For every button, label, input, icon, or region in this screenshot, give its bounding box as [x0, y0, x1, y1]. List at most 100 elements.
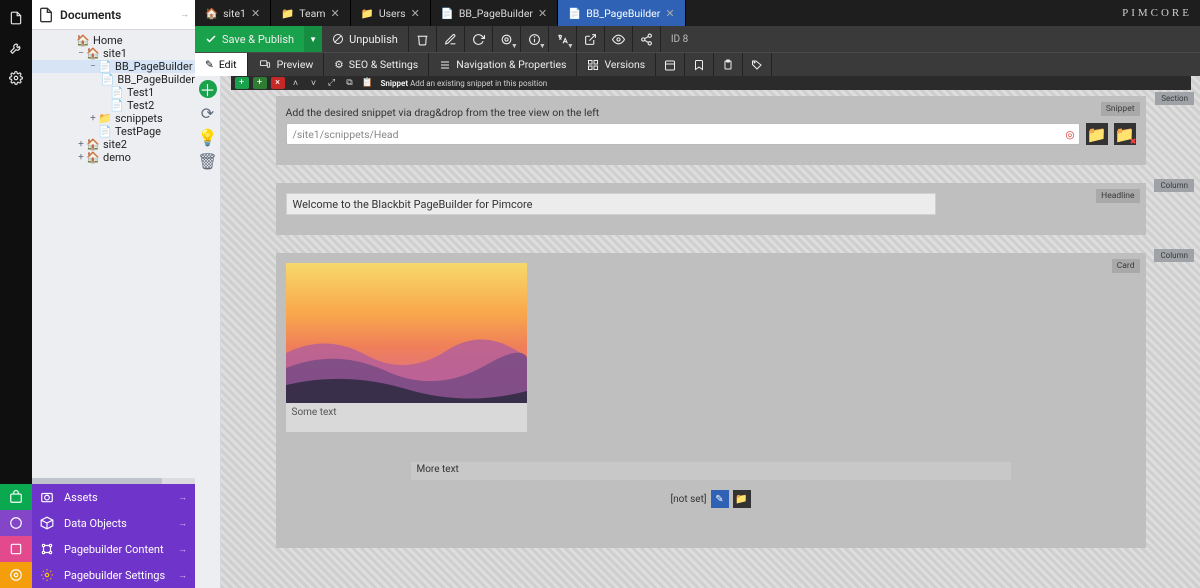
- close-icon[interactable]: ✕: [538, 7, 547, 20]
- link-row: [not set] ✎ 📁: [286, 490, 1136, 508]
- gear-icon: ⚙: [334, 58, 343, 71]
- target-icon[interactable]: ◎: [1065, 128, 1074, 141]
- add-after-icon[interactable]: +: [253, 77, 267, 89]
- tab-site1[interactable]: 🏠site1✕: [195, 0, 271, 26]
- gear-icon[interactable]: [8, 70, 24, 86]
- rename-button[interactable]: [437, 26, 465, 52]
- rail-pbsettings-icon[interactable]: [0, 562, 32, 588]
- section-label: Data Objects: [64, 517, 127, 530]
- move-down-icon[interactable]: ˅: [307, 77, 321, 89]
- pencil-icon: ✎: [205, 58, 214, 71]
- tree-demo[interactable]: +🏠demo: [32, 151, 195, 164]
- card-block: Card ◎ ↑: [276, 253, 1146, 548]
- rail-pbcontent-icon[interactable]: [0, 536, 32, 562]
- tree-scnippets[interactable]: +📁scnippets: [32, 112, 195, 125]
- toolbar-hint: Add an existing snippet in this position: [410, 79, 547, 88]
- tab-seo[interactable]: ⚙SEO & Settings: [324, 53, 429, 76]
- tree-test2[interactable]: 📄Test2: [32, 99, 195, 112]
- delete-block-icon[interactable]: ×: [271, 77, 285, 89]
- close-icon[interactable]: ✕: [665, 7, 674, 20]
- chevron-right-icon: →: [178, 492, 187, 503]
- delete-button[interactable]: [409, 26, 437, 52]
- add-block-button[interactable]: ＋: [199, 80, 217, 98]
- target-button[interactable]: ▼: [493, 26, 521, 52]
- gear-icon: [40, 568, 58, 582]
- tab-bbpb-1[interactable]: 📄BB_PageBuilder✕: [431, 0, 558, 26]
- tab-nav-properties[interactable]: Navigation & Properties: [429, 53, 577, 76]
- chevron-right-icon: →: [178, 570, 187, 581]
- tab-team[interactable]: 📁Team✕: [271, 0, 351, 26]
- edit-rail: ＋ ⟳ 💡 🗑: [195, 76, 221, 588]
- tree-site1[interactable]: −🏠site1: [32, 47, 195, 60]
- cube-icon: [40, 516, 58, 530]
- translate-button[interactable]: ▼: [549, 26, 577, 52]
- tag-button[interactable]: [743, 53, 772, 76]
- tree-bb-pagebuilder[interactable]: −📄BB_PageBuilder: [32, 60, 195, 73]
- section-pagebuilder-content[interactable]: Pagebuilder Content →: [32, 536, 195, 562]
- wrench-icon[interactable]: [8, 40, 24, 56]
- info-button[interactable]: ▼: [521, 26, 549, 52]
- headline-input[interactable]: Welcome to the Blackbit PageBuilder for …: [286, 193, 936, 215]
- snippet-hint: Add the desired snippet via drag&drop fr…: [286, 106, 1136, 119]
- section-dataobjects[interactable]: Data Objects →: [32, 510, 195, 536]
- expand-icon[interactable]: ⤢: [325, 77, 339, 89]
- rail-dataobjects-icon[interactable]: [0, 510, 32, 536]
- close-icon[interactable]: ✕: [411, 7, 420, 20]
- more-text-input[interactable]: More text: [411, 462, 1011, 480]
- section-assets[interactable]: Assets →: [32, 484, 195, 510]
- card: ◎ ↑: [286, 263, 527, 432]
- tab-edit[interactable]: ✎Edit: [195, 53, 248, 76]
- refresh-button[interactable]: ⟳: [199, 104, 217, 122]
- tree-bb-pagebuilder-child[interactable]: 📄BB_PageBuilder: [32, 73, 195, 86]
- page-canvas[interactable]: + + × ˄ ˅ ⤢ ⧉ 📋 SnippetAdd an existing s…: [221, 76, 1200, 588]
- preview-eye-button[interactable]: [605, 26, 633, 52]
- tab-preview[interactable]: Preview: [248, 53, 325, 76]
- schedule-button[interactable]: [656, 53, 685, 76]
- remove-snippet-button[interactable]: 📁✖: [1114, 123, 1136, 145]
- notes-button[interactable]: [714, 53, 743, 76]
- secondary-bar: ✎Edit Preview ⚙SEO & Settings Navigation…: [195, 52, 1200, 76]
- card-caption[interactable]: Some text: [286, 403, 527, 422]
- bookmark-button[interactable]: [685, 53, 714, 76]
- share-button[interactable]: [633, 26, 661, 52]
- tab-bbpb-2[interactable]: 📄BB_PageBuilder✕: [558, 0, 685, 26]
- tree-site2[interactable]: +🏠site2: [32, 138, 195, 151]
- tree-testpage[interactable]: 📄TestPage: [32, 125, 195, 138]
- lightbulb-icon[interactable]: 💡: [199, 128, 217, 146]
- save-publish-button[interactable]: Save & Publish: [195, 26, 304, 52]
- tree-home[interactable]: 🏠Home: [32, 34, 195, 47]
- unpublish-button[interactable]: Unpublish: [322, 26, 409, 52]
- close-icon[interactable]: ✕: [251, 7, 260, 20]
- folder-icon: 📁: [281, 7, 294, 20]
- save-publish-dropdown[interactable]: ▼: [304, 26, 322, 52]
- panel-go-icon[interactable]: →: [180, 9, 189, 20]
- home-icon: 🏠: [86, 47, 100, 60]
- tree-test1[interactable]: 📄Test1: [32, 86, 195, 99]
- add-icon[interactable]: +: [235, 77, 249, 89]
- tab-users[interactable]: 📁Users✕: [351, 0, 431, 26]
- rail-assets-icon[interactable]: [0, 484, 32, 510]
- section-label: Pagebuilder Content: [64, 543, 164, 556]
- reload-button[interactable]: [465, 26, 493, 52]
- chevron-right-icon: →: [178, 544, 187, 555]
- grid-icon: [587, 59, 599, 71]
- bookmark-icon: [693, 59, 705, 71]
- copy-icon[interactable]: ⧉: [343, 77, 357, 89]
- paste-icon[interactable]: 📋: [361, 77, 375, 89]
- close-icon[interactable]: ✕: [331, 7, 340, 20]
- link-folder-button[interactable]: 📁: [733, 490, 751, 508]
- card-image[interactable]: [286, 263, 527, 403]
- move-up-icon[interactable]: ˄: [289, 77, 303, 89]
- snippet-block: Snippet Add the desired snippet via drag…: [276, 96, 1146, 165]
- home-icon: 🏠: [76, 34, 90, 47]
- tab-versions[interactable]: Versions: [577, 53, 656, 76]
- trash-button[interactable]: 🗑: [199, 152, 217, 170]
- open-button[interactable]: [577, 26, 605, 52]
- link-edit-button[interactable]: ✎: [711, 490, 729, 508]
- section-pagebuilder-settings[interactable]: Pagebuilder Settings →: [32, 562, 195, 588]
- folder-icon: 📁: [98, 112, 112, 125]
- page-icon: 📄: [101, 73, 115, 86]
- file-icon[interactable]: [8, 10, 24, 26]
- open-folder-button[interactable]: 📁: [1086, 123, 1108, 145]
- snippet-path-input[interactable]: /site1/scnippets/Head ◎: [286, 123, 1080, 145]
